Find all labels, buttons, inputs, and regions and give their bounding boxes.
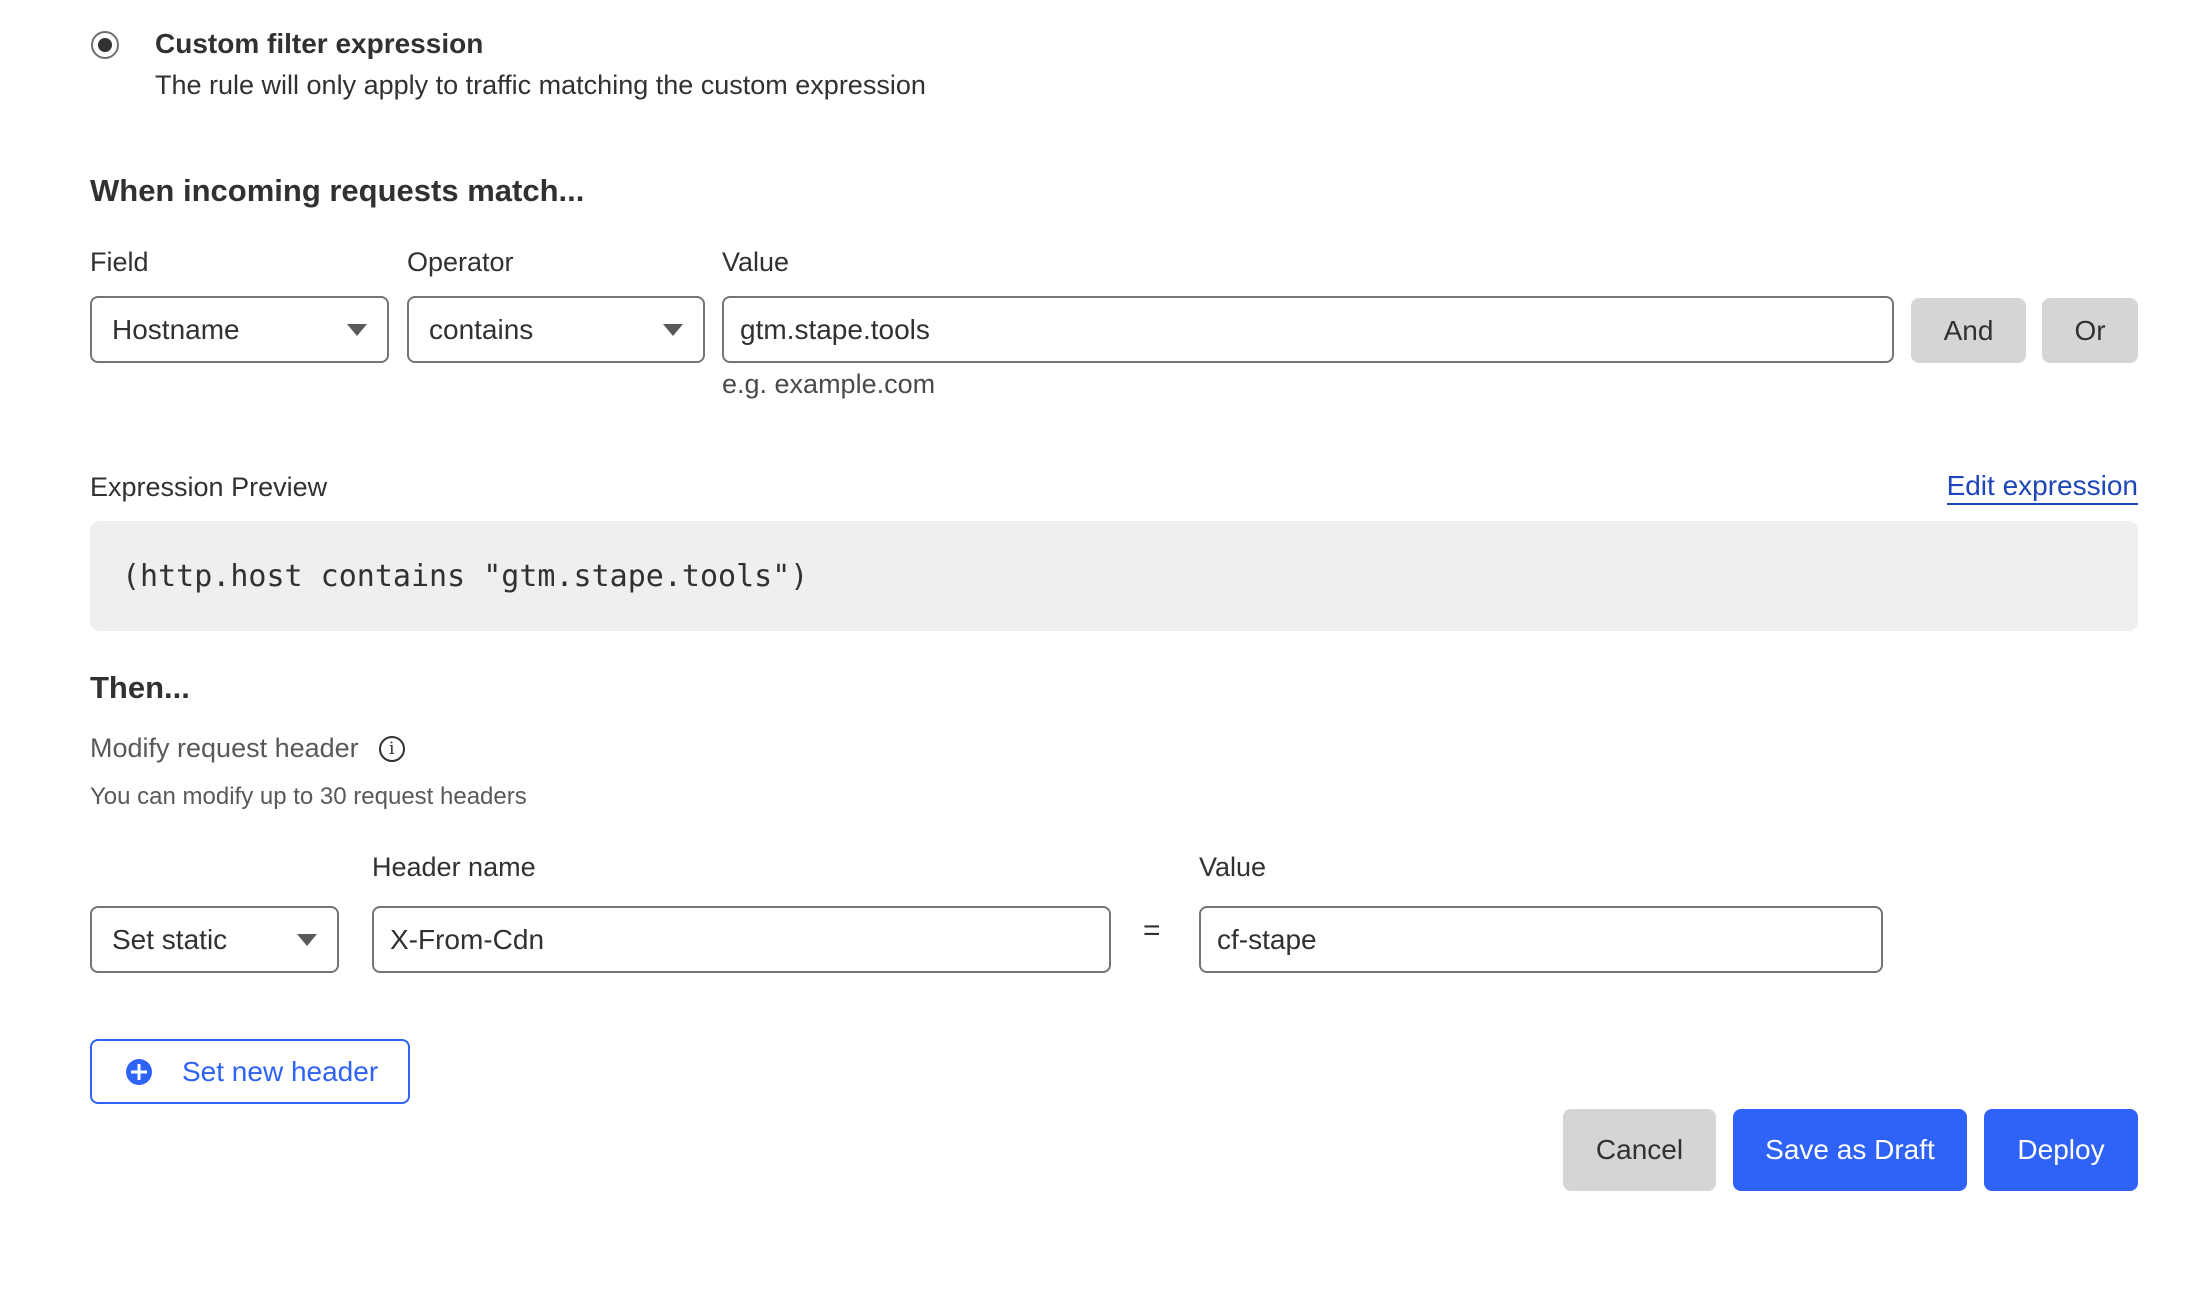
deploy-button[interactable]: Deploy xyxy=(1984,1109,2138,1191)
operator-select[interactable]: contains xyxy=(407,296,705,363)
header-value-input[interactable]: cf-stape xyxy=(1199,906,1883,973)
value-input[interactable]: gtm.stape.tools xyxy=(722,296,1894,363)
chevron-down-icon xyxy=(663,323,683,336)
header-name-input[interactable]: X-From-Cdn xyxy=(372,906,1111,973)
or-button[interactable]: Or xyxy=(2042,298,2138,363)
expression-preview-code: (http.host contains "gtm.stape.tools") xyxy=(90,521,2138,631)
modify-limit-hint: You can modify up to 30 request headers xyxy=(90,783,527,810)
match-section-title: When incoming requests match... xyxy=(90,173,585,208)
header-value-text: cf-stape xyxy=(1217,923,1317,955)
chevron-down-icon xyxy=(347,323,367,336)
header-name-text: X-From-Cdn xyxy=(390,923,545,955)
value-label: Value xyxy=(722,247,790,277)
header-operation-select[interactable]: Set static xyxy=(90,906,339,973)
save-as-draft-button[interactable]: Save as Draft xyxy=(1733,1109,1967,1191)
chevron-down-icon xyxy=(297,933,317,946)
expression-preview-label: Expression Preview xyxy=(90,472,328,502)
field-select-value: Hostname xyxy=(112,313,240,345)
value-input-text: gtm.stape.tools xyxy=(740,313,930,345)
radio-selected-dot xyxy=(98,38,112,52)
custom-filter-radio[interactable] xyxy=(91,31,119,59)
info-icon[interactable]: i xyxy=(378,735,405,762)
expression-code-text: (http.host contains "gtm.stape.tools") xyxy=(122,558,809,594)
header-value-label: Value xyxy=(1199,852,1267,882)
field-label: Field xyxy=(90,247,149,277)
operator-select-value: contains xyxy=(429,313,534,345)
edit-expression-link[interactable]: Edit expression xyxy=(1946,470,2138,505)
set-new-header-label: Set new header xyxy=(182,1055,379,1087)
cancel-button[interactable]: Cancel xyxy=(1563,1109,1716,1191)
header-name-label: Header name xyxy=(372,852,536,882)
then-section-title: Then... xyxy=(90,670,190,705)
set-new-header-button[interactable]: Set new header xyxy=(90,1039,410,1104)
custom-filter-title: Custom filter expression xyxy=(155,28,484,59)
plus-circle-icon xyxy=(126,1058,152,1085)
equals-sign: = xyxy=(1143,914,1161,947)
and-button[interactable]: And xyxy=(1911,298,2026,363)
operator-label: Operator xyxy=(407,247,514,277)
field-select[interactable]: Hostname xyxy=(90,296,389,363)
modify-request-header-label: Modify request header xyxy=(90,733,359,763)
value-hint: e.g. example.com xyxy=(722,369,936,399)
custom-filter-description: The rule will only apply to traffic matc… xyxy=(155,70,926,100)
header-operation-value: Set static xyxy=(112,923,228,955)
